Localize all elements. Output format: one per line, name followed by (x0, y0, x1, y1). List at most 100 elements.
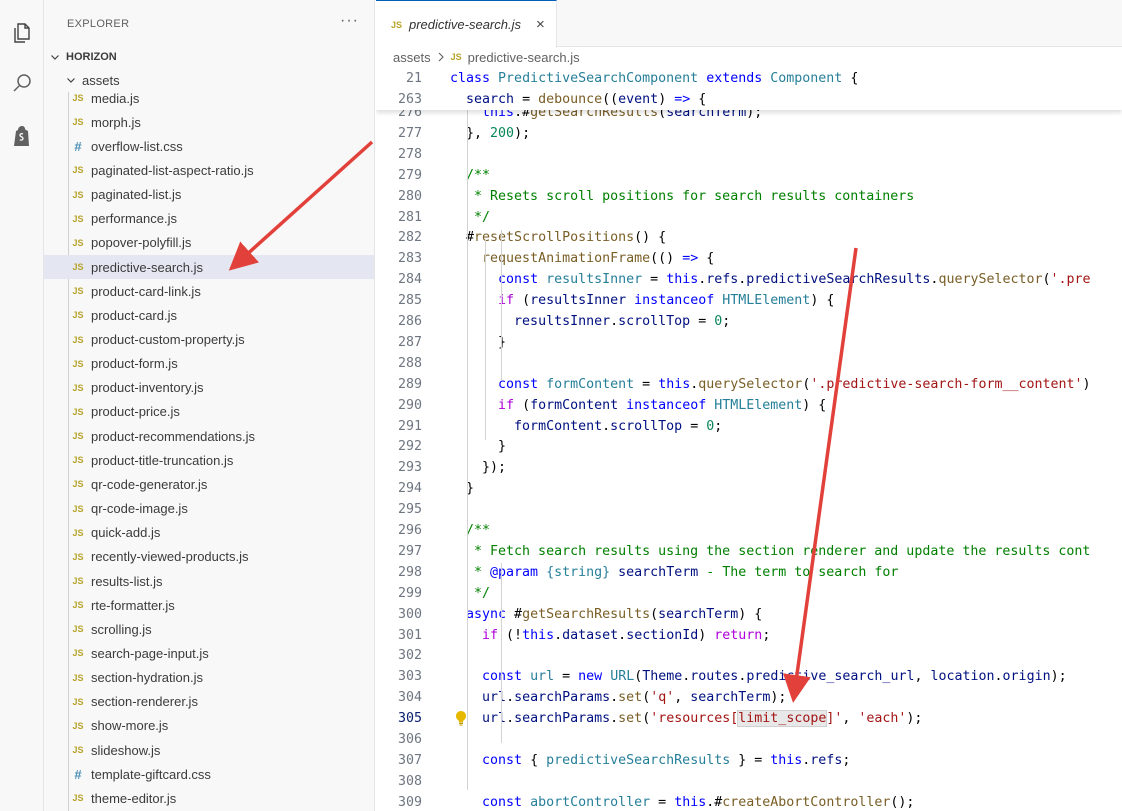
more-actions-button[interactable]: ··· (340, 12, 359, 30)
line-number: 281 (397, 209, 422, 225)
file-item[interactable]: JS slideshow.js (44, 738, 374, 762)
code-line[interactable]: 277 }, 200); (376, 123, 1122, 144)
file-name: section-renderer.js (91, 694, 198, 710)
code-token: . (506, 711, 515, 727)
file-item[interactable]: JS section-hydration.js (44, 666, 374, 690)
file-item[interactable]: JS recently-viewed-products.js (44, 545, 374, 569)
file-item[interactable]: JS quick-add.js (44, 521, 374, 545)
code-line[interactable]: 296 /** (376, 520, 1122, 541)
file-item[interactable]: JS rte-formatter.js (44, 593, 374, 617)
file-item[interactable]: JS section-renderer.js (44, 690, 374, 714)
tab-predictive-search[interactable]: JS predictive-search.js × (376, 0, 557, 48)
code-line[interactable]: 297 * Fetch search results using the sec… (376, 541, 1122, 562)
file-item[interactable]: JS product-card.js (44, 303, 374, 327)
file-name: section-hydration.js (91, 670, 203, 686)
code-line[interactable]: 284 const resultsInner = this.refs.predi… (376, 269, 1122, 290)
workspace-root[interactable]: HORIZON (48, 47, 117, 67)
file-item[interactable]: JS qr-code-generator.js (44, 472, 374, 496)
file-item[interactable]: JS paginated-list.js (44, 183, 374, 207)
code-line[interactable]: 303 const url = new URL(Theme.routes.pre… (376, 666, 1122, 687)
code-line[interactable]: 279 /** (376, 165, 1122, 186)
code-token: { (698, 251, 715, 267)
file-item[interactable]: # template-giftcard.css (44, 762, 374, 786)
code-text: /** (450, 520, 490, 541)
code-line[interactable]: 309 const abortController = this.#create… (376, 792, 1122, 811)
code-token: predictiveSearchResults (746, 272, 931, 288)
explorer-files-icon[interactable] (0, 13, 44, 53)
file-item[interactable]: JS qr-code-image.js (44, 497, 374, 521)
code-token: event (618, 92, 659, 107)
code-token: debounce (538, 92, 603, 107)
file-item[interactable]: JS product-price.js (44, 400, 374, 424)
code-token: getSearchResults (522, 606, 651, 622)
file-item[interactable]: JS results-list.js (44, 569, 374, 593)
file-item[interactable]: JS product-title-truncation.js (44, 448, 374, 472)
code-token: Theme (642, 669, 683, 685)
code-token: = (642, 272, 667, 288)
code-line[interactable]: 21 class PredictiveSearchComponent extend… (376, 68, 1122, 89)
close-icon[interactable]: × (536, 16, 545, 33)
file-name: popover-polyfill.js (91, 235, 192, 251)
shopify-bag-icon[interactable] (0, 116, 44, 156)
explorer-sidebar: EXPLORER ··· HORIZON assets JS media.js JS… (44, 0, 375, 811)
code-token: createAbortController (722, 794, 891, 810)
code-line[interactable]: 307 const { predictiveSearchResults } = … (376, 750, 1122, 771)
file-item[interactable]: # overflow-list.css (44, 134, 374, 158)
code-line[interactable]: 292 } (376, 436, 1122, 457)
file-name: show-more.js (91, 718, 169, 734)
file-item[interactable]: JS product-recommendations.js (44, 424, 374, 448)
sticky-scroll-header[interactable]: 21 class PredictiveSearchComponent extend… (376, 68, 1122, 110)
file-name: predictive-search.js (91, 259, 203, 275)
code-line[interactable]: 287 } (376, 332, 1122, 353)
code-line[interactable]: 306 (376, 729, 1122, 750)
code-token: const (498, 376, 539, 392)
code-line[interactable]: 290 if (formContent instanceof HTMLEleme… (376, 395, 1122, 416)
code-line[interactable]: 283 requestAnimationFrame(() => { (376, 248, 1122, 269)
file-item[interactable]: JS theme-editor.js (44, 786, 374, 810)
code-line[interactable]: 308 (376, 771, 1122, 792)
file-item[interactable]: JS product-custom-property.js (44, 328, 374, 352)
file-name: quick-add.js (91, 525, 161, 541)
file-item[interactable]: JS product-form.js (44, 352, 374, 376)
file-item[interactable]: JS popover-polyfill.js (44, 231, 374, 255)
breadcrumb-file[interactable]: predictive-search.js (468, 50, 580, 65)
js-file-icon: JS (72, 237, 84, 248)
file-item[interactable]: JS morph.js (44, 110, 374, 134)
code-token: location (930, 669, 995, 685)
code-line[interactable]: 304 url.searchParams.set('q', searchTerm… (376, 687, 1122, 708)
code-line[interactable]: 293 }); (376, 457, 1122, 478)
code-line[interactable]: 302 (376, 645, 1122, 666)
code-line[interactable]: 280 * Resets scroll positions for search… (376, 186, 1122, 207)
code-line[interactable]: 289 const formContent = this.querySelect… (376, 374, 1122, 395)
breadcrumb-folder[interactable]: assets (393, 50, 431, 65)
file-item[interactable]: JS product-inventory.js (44, 376, 374, 400)
line-number: 284 (397, 272, 422, 288)
code-line[interactable]: 291 formContent.scrollTop = 0; (376, 416, 1122, 437)
code-line[interactable]: 299 */ (376, 583, 1122, 604)
file-item-selected[interactable]: JS predictive-search.js (44, 255, 374, 280)
file-item[interactable]: JS scrolling.js (44, 617, 374, 641)
lightbulb-icon[interactable] (454, 710, 468, 726)
code-line[interactable]: 278 (376, 144, 1122, 165)
code-line[interactable]: 295 (376, 499, 1122, 520)
code-line[interactable]: 285 if (resultsInner instanceof HTMLElem… (376, 290, 1122, 311)
file-item[interactable]: JS performance.js (44, 207, 374, 231)
search-icon[interactable] (0, 63, 44, 103)
code-line[interactable]: 305 url.searchParams.set('resources[limi… (376, 708, 1122, 729)
code-line[interactable]: 286 resultsInner.scrollTop = 0; (376, 311, 1122, 332)
code-line[interactable]: 300 async #getSearchResults(searchTerm) … (376, 604, 1122, 625)
code-line[interactable]: 288 (376, 353, 1122, 374)
file-item[interactable]: JS product-card-link.js (44, 279, 374, 303)
code-line[interactable]: 301 if (!this.dataset.sectionId) return; (376, 625, 1122, 646)
code-line[interactable]: 298 * @param {string} searchTerm - The t… (376, 562, 1122, 583)
code-line[interactable]: 281 */ (376, 207, 1122, 228)
code-line[interactable]: 294 } (376, 478, 1122, 499)
code-line[interactable]: 263 search = debounce((event) => { (376, 89, 1122, 110)
file-item[interactable]: JS paginated-list-aspect-ratio.js (44, 158, 374, 182)
code-text: */ (450, 583, 490, 604)
code-line[interactable]: 282 #resetScrollPositions() { (376, 227, 1122, 248)
file-item[interactable]: JS media.js (44, 86, 374, 110)
code-token: this (770, 752, 803, 768)
file-item[interactable]: JS search-page-input.js (44, 641, 374, 665)
file-item[interactable]: JS show-more.js (44, 714, 374, 738)
